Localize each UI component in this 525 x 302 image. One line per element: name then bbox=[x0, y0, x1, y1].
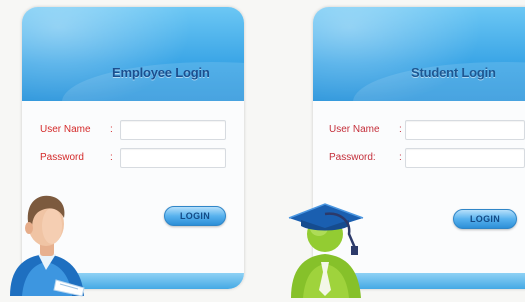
employee-username-label: User Name : bbox=[40, 124, 113, 135]
student-login-title: Student Login bbox=[411, 65, 496, 80]
colon: : bbox=[399, 152, 402, 163]
student-username-field[interactable] bbox=[405, 120, 525, 140]
employee-password-label: Password : bbox=[40, 152, 113, 163]
student-password-field[interactable] bbox=[405, 148, 525, 168]
employee-login-button[interactable]: LOGIN bbox=[164, 206, 226, 226]
username-label-text: User Name bbox=[329, 124, 380, 135]
colon: : bbox=[399, 124, 402, 135]
student-panel-header bbox=[313, 7, 525, 101]
username-label-text: User Name bbox=[40, 124, 91, 135]
colon: : bbox=[110, 152, 113, 163]
student-password-label: Password: : bbox=[329, 152, 402, 163]
password-label-text: Password: bbox=[329, 152, 376, 163]
employee-password-field[interactable] bbox=[120, 148, 226, 168]
employee-panel-header bbox=[22, 7, 244, 101]
student-username-label: User Name : bbox=[329, 124, 402, 135]
employee-login-title: Employee Login bbox=[112, 65, 210, 80]
password-label-text: Password bbox=[40, 152, 84, 163]
student-login-button[interactable]: LOGIN bbox=[453, 209, 517, 229]
employee-username-field[interactable] bbox=[120, 120, 226, 140]
employee-avatar-icon bbox=[10, 195, 85, 297]
student-avatar-icon bbox=[288, 203, 364, 298]
colon: : bbox=[110, 124, 113, 135]
